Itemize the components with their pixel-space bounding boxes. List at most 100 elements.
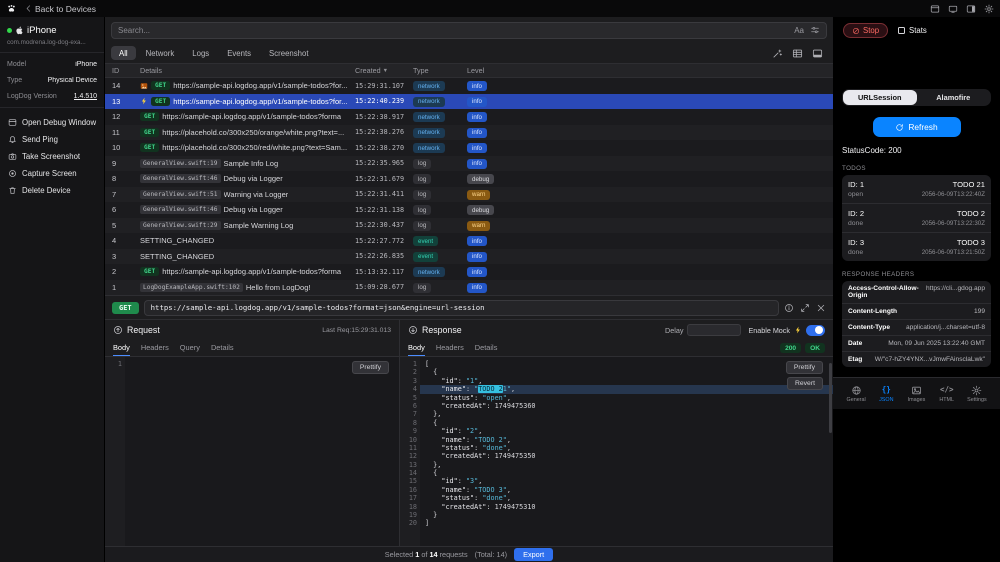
window-icon[interactable] — [930, 4, 940, 14]
column-header[interactable]: Type — [413, 66, 467, 75]
wand-icon[interactable] — [772, 48, 783, 59]
table-row[interactable]: 6 GeneralView.swift:46 Debug via Logger … — [105, 202, 833, 218]
response-header-item: Etag W/"c7-hZY4YNX...vJmwFAinsclaLwk" — [842, 352, 991, 367]
column-header[interactable]: Level — [467, 66, 833, 75]
response-tab[interactable]: Body — [408, 340, 425, 356]
enable-mock-toggle[interactable] — [806, 325, 825, 336]
row-created: 15:22:35.965 — [355, 159, 413, 167]
info-icon[interactable] — [784, 303, 794, 313]
device-action-item[interactable]: Open Debug Window — [4, 114, 100, 130]
back-to-devices-button[interactable]: Back to Devices — [24, 4, 96, 14]
row-created: 15:13:32.117 — [355, 268, 413, 276]
level-badge: info — [467, 252, 487, 262]
table-row[interactable]: 14 GET https://sample-api.logdog.app/v1/… — [105, 78, 833, 94]
response-tab[interactable]: Headers — [436, 340, 464, 356]
request-url[interactable]: https://sample-api.logdog.app/v1/sample-… — [144, 300, 779, 316]
filter-tab[interactable]: Logs — [184, 46, 217, 60]
phone-tab[interactable]: {} JSON — [871, 385, 901, 403]
filter-tab[interactable]: Events — [219, 46, 259, 60]
row-id: 13 — [112, 97, 140, 106]
device-action-item[interactable]: Capture Screen — [4, 165, 100, 181]
table-row[interactable]: 9 GeneralView.swift:19 Sample Info Log 1… — [105, 156, 833, 172]
request-tab[interactable]: Query — [180, 340, 200, 356]
stats-checkbox[interactable]: Stats — [898, 26, 927, 35]
close-icon[interactable] — [816, 303, 826, 313]
column-header[interactable]: Created ▼ — [355, 66, 413, 75]
list-tools — [772, 48, 827, 59]
request-count: 14 — [429, 550, 437, 559]
level-badge: info — [467, 159, 487, 169]
row-details: GET https://sample-api.logdog.app/v1/sam… — [140, 267, 355, 276]
search-options-icon[interactable] — [810, 25, 820, 35]
export-button[interactable]: Export — [514, 548, 553, 561]
row-type: log — [413, 205, 467, 216]
segment[interactable]: Alamofire — [917, 90, 991, 105]
row-details: GET https://sample-api.logdog.app/v1/sam… — [140, 97, 355, 106]
table-row[interactable]: 11 GET https://placehold.co/300x250/oran… — [105, 125, 833, 141]
prettify-button[interactable]: Prettify — [786, 361, 823, 374]
table-row[interactable]: 13 GET https://sample-api.logdog.app/v1/… — [105, 94, 833, 110]
refresh-button[interactable]: Refresh — [873, 117, 961, 137]
row-details: GeneralView.swift:46 Debug via Logger — [140, 205, 355, 214]
phone-tab[interactable]: </> HTML — [932, 385, 962, 403]
todo-state: open — [848, 191, 864, 198]
row-level: info — [467, 143, 833, 154]
revert-button[interactable]: Revert — [787, 377, 823, 390]
stop-button[interactable]: Stop — [843, 23, 888, 38]
table-row[interactable]: 3 SETTING_CHANGED 15:22:26.835 event inf… — [105, 249, 833, 265]
request-code — [125, 357, 399, 546]
phone-tab[interactable]: General — [841, 385, 871, 403]
response-body-editor[interactable]: 1234567891011121314151617181920 [ { "id"… — [400, 357, 833, 546]
delay-input[interactable] — [687, 324, 741, 336]
panel-right-icon[interactable] — [966, 4, 976, 14]
row-id: 10 — [112, 143, 140, 152]
request-tab[interactable]: Headers — [141, 340, 169, 356]
device-info-row: Type Physical Device — [7, 72, 97, 88]
arrow-down-circle-icon — [408, 325, 418, 335]
panel-bottom-icon[interactable] — [812, 48, 823, 59]
header-name: Etag — [848, 356, 862, 363]
gear-icon[interactable] — [984, 4, 994, 14]
table-row[interactable]: 8 GeneralView.swift:46 Debug via Logger … — [105, 171, 833, 187]
todo-date: 2056-06-09T13:21:50Z — [922, 249, 985, 256]
row-created: 15:22:30.437 — [355, 221, 413, 229]
row-type: event — [413, 251, 467, 262]
request-tab[interactable]: Details — [211, 340, 234, 356]
display-icon[interactable] — [948, 4, 958, 14]
expand-icon[interactable] — [800, 303, 810, 313]
row-details: GET https://sample-api.logdog.app/v1/sam… — [140, 81, 355, 90]
request-panel-header: Request Last Req:15:29:31.013 — [105, 320, 399, 340]
table-row[interactable]: 1 LogDogExampleApp.swift:102 Hello from … — [105, 280, 833, 296]
phone-tab[interactable]: Images — [901, 385, 931, 403]
segment[interactable]: URLSession — [843, 90, 917, 105]
table-row[interactable]: 12 GET https://sample-api.logdog.app/v1/… — [105, 109, 833, 125]
source-badge: GeneralView.swift:19 — [140, 159, 221, 168]
request-tab[interactable]: Body — [113, 340, 130, 356]
table-row[interactable]: 2 GET https://sample-api.logdog.app/v1/s… — [105, 264, 833, 280]
device-title: iPhone — [7, 25, 97, 36]
filter-tab[interactable]: All — [111, 46, 136, 60]
row-details: GET https://placehold.co/300x250/orange/… — [140, 128, 355, 137]
column-header[interactable]: Details — [140, 66, 355, 75]
table-icon[interactable] — [792, 48, 803, 59]
filter-tab[interactable]: Network — [138, 46, 183, 60]
search-input[interactable] — [118, 26, 788, 35]
row-created: 15:22:31.138 — [355, 206, 413, 214]
prettify-button[interactable]: Prettify — [352, 361, 389, 374]
match-case-button[interactable]: Aa — [794, 26, 804, 35]
table-row[interactable]: 5 GeneralView.swift:29 Sample Warning Lo… — [105, 218, 833, 234]
device-mirror-panel: Stop Stats URLSessionAlamofire Refresh S… — [833, 17, 1000, 562]
device-action-item[interactable]: Take Screenshot — [4, 148, 100, 164]
table-row[interactable]: 4 SETTING_CHANGED 15:22:27.772 event inf… — [105, 233, 833, 249]
device-header: iPhone com.modrena.log-dog-exa... — [0, 17, 104, 52]
filter-tab[interactable]: Screenshot — [261, 46, 316, 60]
phone-tab[interactable]: Settings — [962, 385, 992, 403]
table-row[interactable]: 10 GET https://placehold.co/300x250/red/… — [105, 140, 833, 156]
response-tab[interactable]: Details — [475, 340, 498, 356]
editor-scrollbar[interactable] — [829, 363, 832, 433]
column-header[interactable]: ID — [112, 66, 140, 75]
device-action-item[interactable]: Delete Device — [4, 182, 100, 198]
table-row[interactable]: 7 GeneralView.swift:51 Warning via Logge… — [105, 187, 833, 203]
request-body-editor[interactable]: 1 Prettify — [105, 357, 399, 546]
device-action-item[interactable]: Send Ping — [4, 131, 100, 147]
